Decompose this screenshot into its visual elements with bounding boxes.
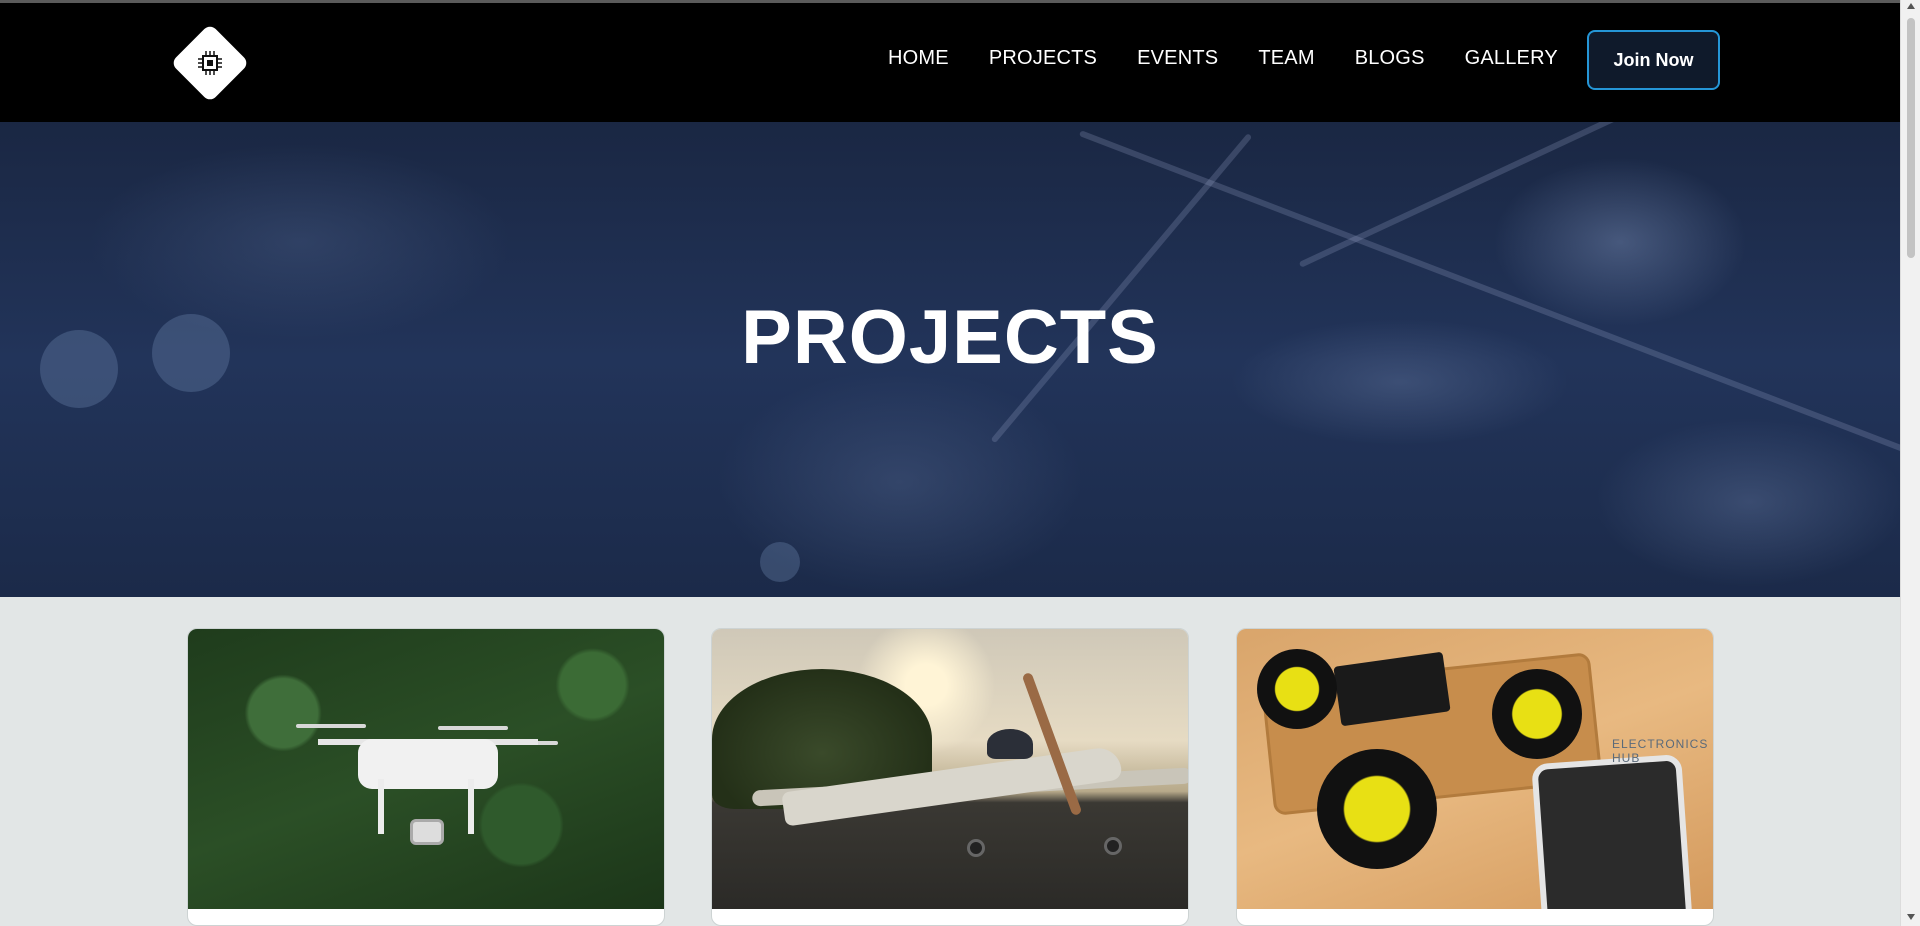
main-nav: HOME PROJECTS EVENTS TEAM BLOGS GALLERY <box>888 47 1558 70</box>
robot-car-photo: ELECTRONICS HUB <box>1237 629 1713 909</box>
watermark-text: ELECTRONICS HUB <box>1612 737 1709 765</box>
drone-photo <box>188 629 664 909</box>
hero-texture <box>990 133 1253 444</box>
hero-banner: PROJECTS <box>0 122 1900 597</box>
nav-link-blogs[interactable]: BLOGS <box>1355 47 1425 70</box>
hero-bubble <box>760 542 800 582</box>
page-title: PROJECTS <box>741 295 1159 380</box>
project-card-robot-car[interactable]: ELECTRONICS HUB <box>1236 628 1714 926</box>
vertical-scrollbar[interactable] <box>1900 0 1920 926</box>
chip-icon <box>198 51 222 75</box>
nav-link-home[interactable]: HOME <box>888 47 949 70</box>
nav-link-gallery[interactable]: GALLERY <box>1465 47 1558 70</box>
project-card-drone[interactable] <box>187 628 665 926</box>
project-card-airplane[interactable] <box>711 628 1189 926</box>
nav-link-team[interactable]: TEAM <box>1258 47 1314 70</box>
scroll-down-arrow-icon[interactable] <box>1907 914 1915 920</box>
nav-link-projects[interactable]: PROJECTS <box>989 47 1097 70</box>
navbar: HOME PROJECTS EVENTS TEAM BLOGS GALLERY … <box>0 0 1900 122</box>
page: HOME PROJECTS EVENTS TEAM BLOGS GALLERY … <box>0 0 1900 926</box>
join-now-button[interactable]: Join Now <box>1587 30 1720 90</box>
nav-link-events[interactable]: EVENTS <box>1137 47 1218 70</box>
scroll-up-arrow-icon[interactable] <box>1907 3 1915 9</box>
scroll-thumb[interactable] <box>1907 18 1915 258</box>
rc-airplane-photo <box>712 629 1188 909</box>
